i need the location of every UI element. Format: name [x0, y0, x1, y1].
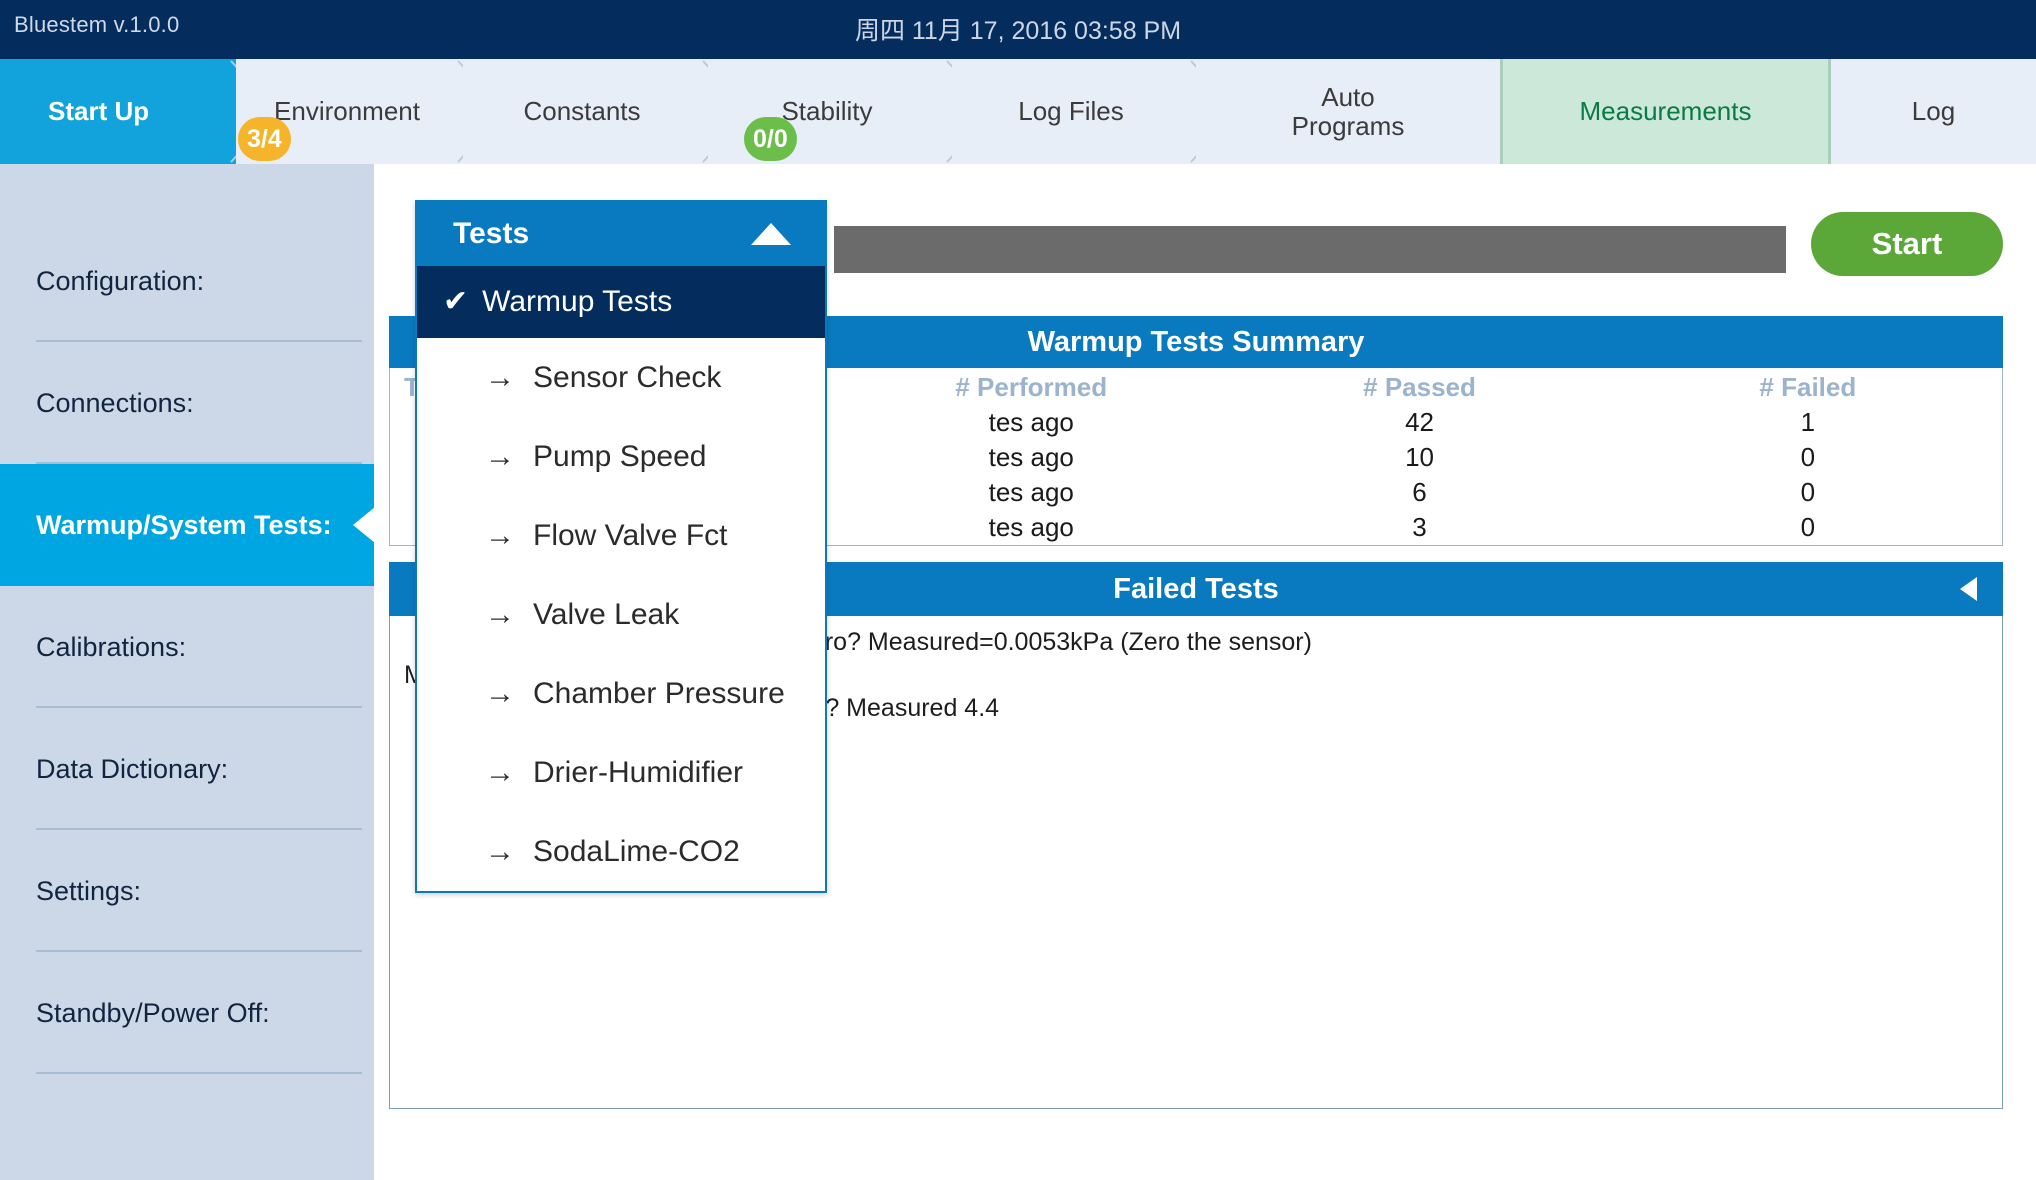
- datetime-label: 周四 11月 17, 2016 03:58 PM: [0, 11, 2036, 47]
- cell-failed: 0: [1614, 475, 2002, 510]
- tab-start-up[interactable]: Start Up: [0, 59, 236, 164]
- cell-failed: 0: [1614, 510, 2002, 545]
- badge-stability: 0/0: [744, 117, 797, 161]
- dropdown-item-label: Chamber Pressure: [533, 677, 785, 711]
- dropdown-item-label: Drier-Humidifier: [533, 756, 743, 790]
- cell-performed: tes ago: [837, 545, 1225, 546]
- sidebar-item-standby-power-off[interactable]: Standby/Power Off:: [0, 952, 374, 1074]
- dropdown-item-warmup-tests-label: Warmup Tests: [482, 285, 672, 319]
- cell-passed: 6: [1225, 475, 1613, 510]
- sidebar-item-configuration-label: Configuration:: [36, 266, 204, 297]
- sidebar-item-standby-power-off-label: Standby/Power Off:: [36, 998, 270, 1029]
- sidebar-item-data-dictionary[interactable]: Data Dictionary:: [0, 708, 374, 830]
- tab-stability-label: Stability: [781, 97, 872, 125]
- dropdown-item-label: Valve Leak: [533, 598, 679, 632]
- tab-log-files-label: Log Files: [1018, 97, 1124, 125]
- badge-stability-text: 0/0: [753, 125, 788, 154]
- column-header-failed[interactable]: # Failed: [1614, 368, 2002, 405]
- tab-strip: Start Up Environment 3/4 Constants Stabi…: [0, 59, 2036, 164]
- badge-environment: 3/4: [238, 117, 291, 161]
- column-header-passed[interactable]: # Passed: [1225, 368, 1613, 405]
- tab-log[interactable]: Log: [1831, 59, 2036, 164]
- arrow-right-icon: →: [485, 835, 515, 869]
- dropdown-item-pump-speed[interactable]: → Pump Speed: [417, 417, 825, 496]
- tab-measurements[interactable]: Measurements: [1503, 59, 1828, 164]
- warmup-tests-summary-title: Warmup Tests Summary: [1028, 326, 1365, 359]
- sidebar-item-settings-label: Settings:: [36, 876, 141, 907]
- divider: [36, 1072, 362, 1074]
- tab-environment-label: Environment: [274, 97, 420, 125]
- column-header-performed[interactable]: # Performed: [837, 368, 1225, 405]
- cell-passed: 3: [1225, 545, 1613, 546]
- cell-failed: 1: [1614, 405, 2002, 440]
- chevron-up-icon[interactable]: [751, 223, 791, 245]
- arrow-right-icon: →: [485, 440, 515, 474]
- tab-start-up-label: Start Up: [48, 97, 149, 125]
- badge-environment-text: 3/4: [247, 125, 282, 154]
- sidebar-item-settings[interactable]: Settings:: [0, 830, 374, 952]
- cell-performed: tes ago: [837, 510, 1225, 545]
- arrow-right-icon: →: [485, 756, 515, 790]
- dropdown-item-warmup-tests[interactable]: ✔ Warmup Tests: [417, 266, 825, 338]
- arrow-right-icon: →: [485, 598, 515, 632]
- application-window: Bluestem v.1.0.0 周四 11月 17, 2016 03:58 P…: [0, 0, 2036, 1180]
- sidebar-item-warmup-system-tests[interactable]: Warmup/System Tests:: [0, 464, 374, 586]
- cell-performed: tes ago: [837, 405, 1225, 440]
- dropdown-item-label: Flow Valve Fct: [533, 519, 728, 553]
- tab-auto-programs[interactable]: Auto Programs: [1196, 59, 1500, 164]
- cell-performed: tes ago: [837, 440, 1225, 475]
- dropdown-item-chamber-pressure[interactable]: → Chamber Pressure: [417, 654, 825, 733]
- tab-log-label: Log: [1912, 97, 1955, 125]
- cell-passed: 10: [1225, 440, 1613, 475]
- cell-failed: 0: [1614, 440, 2002, 475]
- sidebar-item-connections-label: Connections:: [36, 388, 194, 419]
- sidebar-item-data-dictionary-label: Data Dictionary:: [36, 754, 228, 785]
- dropdown-item-valve-leak[interactable]: → Valve Leak: [417, 575, 825, 654]
- tests-dropdown[interactable]: Tests ✔ Warmup Tests → Sensor Check → Pump …: [415, 200, 827, 893]
- sidebar: Configuration: Connections: Warmup/Syste…: [0, 164, 374, 1180]
- sidebar-item-calibrations[interactable]: Calibrations:: [0, 586, 374, 708]
- tab-stability[interactable]: Stability: [708, 59, 946, 164]
- start-button[interactable]: Start: [1811, 212, 2003, 276]
- sidebar-item-calibrations-label: Calibrations:: [36, 632, 186, 663]
- progress-bar: [834, 226, 1786, 273]
- dropdown-item-label: Pump Speed: [533, 440, 706, 474]
- tab-constants[interactable]: Constants: [463, 59, 701, 164]
- failed-tests-title: Failed Tests: [1113, 573, 1278, 606]
- dropdown-item-list: →Sensor Check→Pump Speed→Flow Valve Fct→…: [417, 338, 825, 891]
- arrow-right-icon: →: [485, 519, 515, 553]
- dropdown-item-flow-valve-fct[interactable]: → Flow Valve Fct: [417, 496, 825, 575]
- arrow-right-icon: →: [485, 361, 515, 395]
- tab-measurements-label: Measurements: [1580, 97, 1752, 125]
- tests-dropdown-title: Tests: [453, 217, 529, 251]
- dropdown-item-label: SodaLime-CO2: [533, 835, 740, 869]
- title-bar: Bluestem v.1.0.0 周四 11月 17, 2016 03:58 P…: [0, 0, 2036, 59]
- tab-log-files[interactable]: Log Files: [952, 59, 1190, 164]
- dropdown-item-sodalime-co2[interactable]: → SodaLime-CO2: [417, 812, 825, 891]
- cell-performed: tes ago: [837, 475, 1225, 510]
- cell-passed: 42: [1225, 405, 1613, 440]
- dropdown-item-sensor-check[interactable]: → Sensor Check: [417, 338, 825, 417]
- tab-constants-label: Constants: [523, 97, 640, 125]
- cell-failed: 0: [1614, 545, 2002, 546]
- check-icon: ✔: [443, 287, 468, 317]
- dropdown-item-drier-humidifier[interactable]: → Drier-Humidifier: [417, 733, 825, 812]
- dropdown-item-label: Sensor Check: [533, 361, 721, 395]
- tab-auto-programs-label: Auto Programs: [1292, 83, 1405, 139]
- sidebar-item-warmup-system-tests-label: Warmup/System Tests:: [36, 510, 332, 541]
- sidebar-item-connections[interactable]: Connections:: [0, 342, 374, 464]
- triangle-left-icon[interactable]: [1960, 577, 1977, 601]
- sidebar-item-configuration[interactable]: Configuration:: [0, 220, 374, 342]
- tests-dropdown-header[interactable]: Tests: [417, 202, 825, 266]
- cell-passed: 3: [1225, 510, 1613, 545]
- arrow-right-icon: →: [485, 677, 515, 711]
